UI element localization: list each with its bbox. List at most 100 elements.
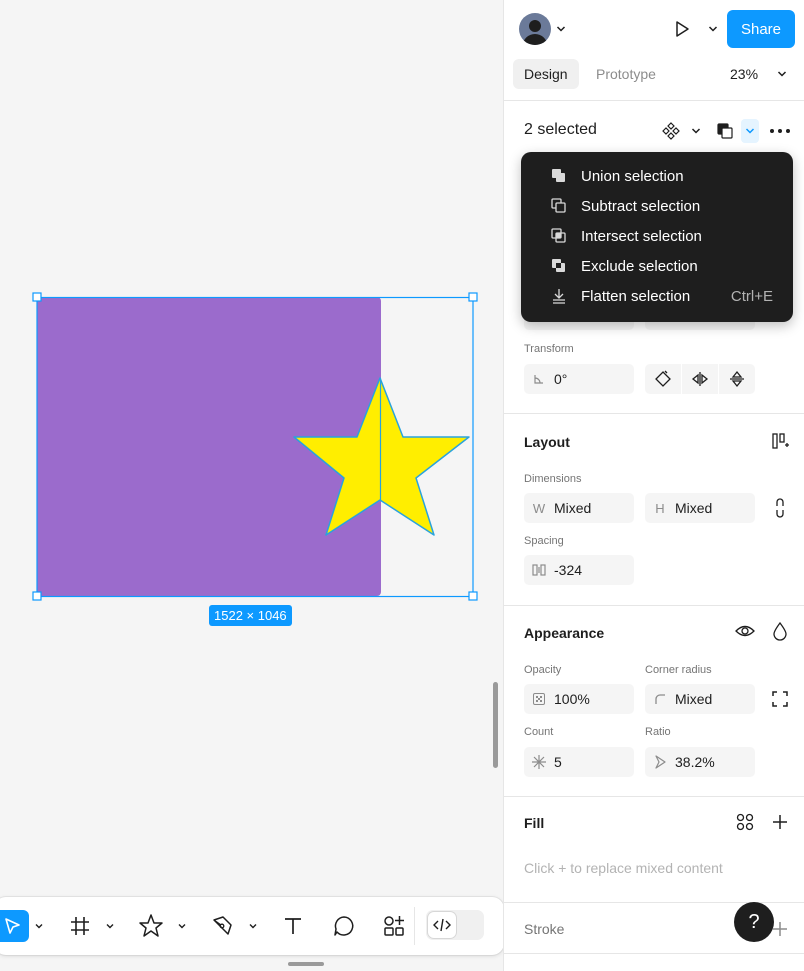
comment-tool-button[interactable] (328, 910, 360, 942)
transform-label: Transform (524, 343, 574, 355)
blend-mode-drop-icon[interactable] (772, 621, 788, 641)
pen-tool-button[interactable] (206, 910, 238, 942)
tab-prototype[interactable]: Prototype (585, 59, 667, 89)
resize-handle-tr[interactable] (468, 292, 478, 302)
flip-horizontal-button[interactable] (682, 364, 719, 394)
boolean-menu-toggle[interactable] (741, 119, 759, 143)
bottom-drag-handle[interactable] (288, 962, 324, 966)
width-prefix: W (532, 500, 546, 516)
components-actions-icon (384, 916, 404, 936)
user-icon (523, 20, 547, 45)
more-options-icon[interactable] (769, 125, 791, 137)
corner-radius-label: Corner radius (645, 664, 712, 676)
fill-section: Fill Click + to replace mixed content (504, 796, 804, 902)
menu-item-union[interactable]: Union selection (521, 161, 793, 191)
styles-grid-icon[interactable] (736, 813, 754, 831)
spacing-field[interactable]: -324 (524, 555, 634, 585)
share-button[interactable]: Share (727, 10, 795, 48)
transform-actions (645, 364, 755, 394)
subtract-icon (551, 198, 566, 213)
count-label: Count (524, 726, 554, 738)
play-icon[interactable] (672, 19, 692, 39)
width-field[interactable]: W Mixed (524, 493, 634, 523)
ratio-icon (645, 755, 675, 769)
menu-item-intersect[interactable]: Intersect selection (521, 221, 793, 251)
frame-icon (71, 917, 89, 935)
resize-handle-bl[interactable] (32, 591, 42, 601)
rotate-icon (655, 370, 671, 387)
zoom-chevron-down-icon[interactable] (776, 68, 788, 80)
opacity-label: Opacity (524, 664, 562, 676)
spacing-value: -324 (554, 562, 583, 578)
auto-layout-icon[interactable] (771, 432, 789, 450)
text-tool-button[interactable] (277, 910, 309, 942)
eye-icon[interactable] (735, 623, 755, 639)
count-value: 5 (554, 754, 562, 770)
opacity-icon (524, 693, 554, 705)
actions-tool-button[interactable] (378, 910, 410, 942)
code-icon (433, 918, 451, 932)
canvas-artwork[interactable] (0, 0, 504, 900)
menu-item-label: Flatten selection (581, 287, 691, 305)
corner-radius-icon (645, 693, 675, 705)
corner-radius-value: Mixed (675, 691, 713, 707)
component-icon[interactable] (662, 122, 680, 140)
canvas[interactable]: 1522 × 1046 (0, 0, 504, 971)
text-icon (285, 918, 301, 934)
height-field[interactable]: H Mixed (645, 493, 755, 523)
appearance-section: Appearance Opacity Corner radius 100% Mi… (504, 605, 804, 797)
zoom-level[interactable]: 23% (730, 66, 758, 82)
boolean-chevron-down-icon (745, 128, 755, 134)
avatar-chevron-down-icon[interactable] (555, 23, 567, 35)
rotate-90-button[interactable] (645, 364, 682, 394)
spacing-label: Spacing (524, 535, 564, 547)
count-field[interactable]: 5 (524, 747, 634, 777)
appearance-title: Appearance (524, 625, 605, 641)
avatar[interactable] (519, 13, 551, 45)
shape-tool-button[interactable] (135, 910, 167, 942)
ratio-field[interactable]: 38.2% (645, 747, 755, 777)
move-tool-button[interactable] (0, 910, 29, 942)
ratio-value: 38.2% (675, 754, 715, 770)
dev-mode-toggle[interactable] (426, 910, 484, 940)
help-button[interactable]: ? (734, 902, 774, 942)
layout-section: Layout Dimensions W Mixed H Mixed Spacin… (504, 413, 804, 605)
corner-radius-field[interactable]: Mixed (645, 684, 755, 714)
selection-title: 2 selected (524, 121, 597, 138)
add-fill-plus-icon[interactable] (771, 813, 789, 831)
flip-vertical-button[interactable] (719, 364, 755, 394)
stroke-title: Stroke (524, 921, 565, 937)
pen-chevron-down-icon[interactable] (248, 921, 258, 931)
fill-title: Fill (524, 815, 545, 831)
move-chevron-down-icon[interactable] (34, 921, 44, 931)
frame-tool-button[interactable] (64, 910, 96, 942)
count-icon (524, 755, 554, 769)
toolbar-divider (414, 907, 415, 945)
menu-item-exclude[interactable]: Exclude selection (521, 251, 793, 281)
boolean-operations-menu: Union selection Subtract selection Inter… (521, 152, 793, 322)
rotation-field[interactable]: 0° (524, 364, 634, 394)
layout-title: Layout (524, 434, 570, 450)
height-value: Mixed (675, 500, 713, 516)
shape-chevron-down-icon[interactable] (177, 921, 187, 931)
resize-handle-br[interactable] (468, 591, 478, 601)
independent-corners-icon[interactable] (771, 690, 789, 708)
flip-vertical-icon (730, 370, 744, 388)
tab-design[interactable]: Design (513, 59, 579, 89)
constrain-proportions-icon[interactable] (772, 498, 788, 518)
frame-chevron-down-icon[interactable] (105, 921, 115, 931)
present-chevron-down-icon[interactable] (707, 23, 719, 35)
rotation-icon (524, 373, 554, 385)
width-value: Mixed (554, 500, 592, 516)
vertical-scrollbar[interactable] (493, 682, 498, 768)
resize-handle-tl[interactable] (32, 292, 42, 302)
boolean-union-icon[interactable] (716, 122, 734, 140)
menu-item-subtract[interactable]: Subtract selection (521, 191, 793, 221)
dimensions-label: Dimensions (524, 473, 582, 485)
comment-icon (334, 916, 354, 936)
opacity-field[interactable]: 100% (524, 684, 634, 714)
menu-item-flatten[interactable]: Flatten selection Ctrl+E (521, 281, 793, 311)
component-chevron-down-icon[interactable] (690, 125, 702, 137)
ratio-label: Ratio (645, 726, 671, 738)
rotation-value: 0° (554, 371, 568, 387)
